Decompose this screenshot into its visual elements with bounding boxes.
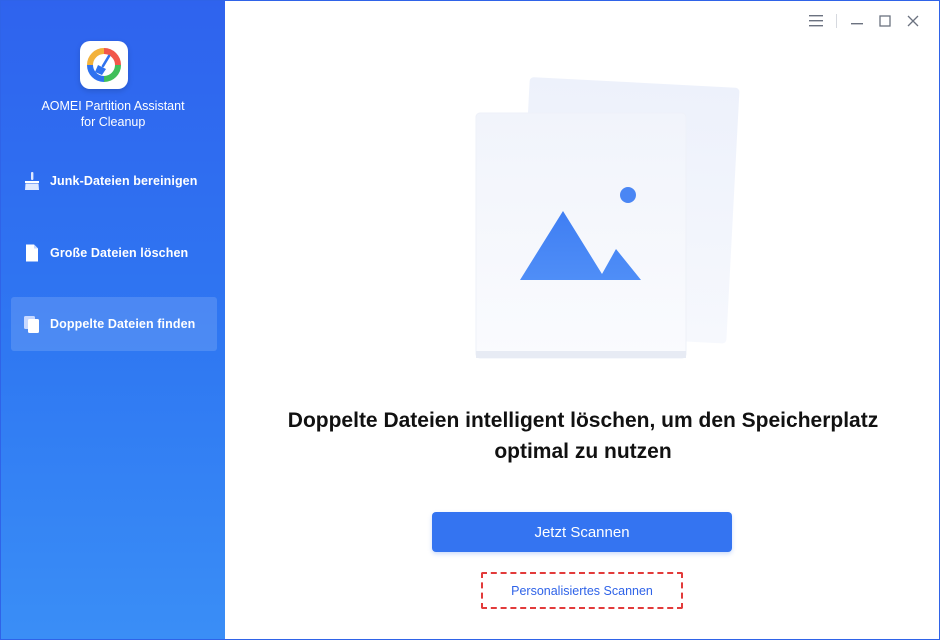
app-title-line1: AOMEI Partition Assistant xyxy=(41,99,185,113)
scan-now-button[interactable]: Jetzt Scannen xyxy=(432,512,732,552)
controls-divider xyxy=(836,14,837,28)
sidebar: AOMEI Partition Assistant for Cleanup Ju… xyxy=(1,1,225,639)
window-controls xyxy=(802,11,927,31)
page-headline: Doppelte Dateien intelligent löschen, um… xyxy=(227,405,939,467)
menu-icon[interactable] xyxy=(802,11,830,31)
duplicate-files-icon xyxy=(21,313,43,335)
app-title-line2: for Cleanup xyxy=(80,115,146,129)
close-icon[interactable] xyxy=(899,11,927,31)
app-title: AOMEI Partition Assistant for Cleanup xyxy=(1,98,225,130)
minimize-icon[interactable] xyxy=(843,11,871,31)
sidebar-item-large-files[interactable]: Große Dateien löschen xyxy=(11,226,217,280)
app-logo xyxy=(80,41,128,89)
broom-icon xyxy=(21,170,43,192)
app-logo-icon xyxy=(87,48,121,82)
headline-line2: optimal zu nutzen xyxy=(494,440,672,463)
sidebar-item-label: Doppelte Dateien finden xyxy=(50,317,196,331)
file-icon xyxy=(21,242,43,264)
duplicate-files-illustration xyxy=(461,71,751,371)
sidebar-item-label: Große Dateien löschen xyxy=(50,246,189,260)
app-window: AOMEI Partition Assistant for Cleanup Ju… xyxy=(0,0,940,640)
custom-scan-link[interactable]: Personalisiertes Scannen xyxy=(481,572,683,609)
sidebar-item-duplicate-files[interactable]: Doppelte Dateien finden xyxy=(11,297,217,351)
sidebar-item-label: Junk-Dateien bereinigen xyxy=(50,174,198,188)
image-placeholder-icon xyxy=(475,77,740,359)
headline-line1: Doppelte Dateien intelligent löschen, um… xyxy=(287,409,879,432)
sidebar-item-junk-files[interactable]: Junk-Dateien bereinigen xyxy=(11,154,217,208)
maximize-icon[interactable] xyxy=(871,11,899,31)
